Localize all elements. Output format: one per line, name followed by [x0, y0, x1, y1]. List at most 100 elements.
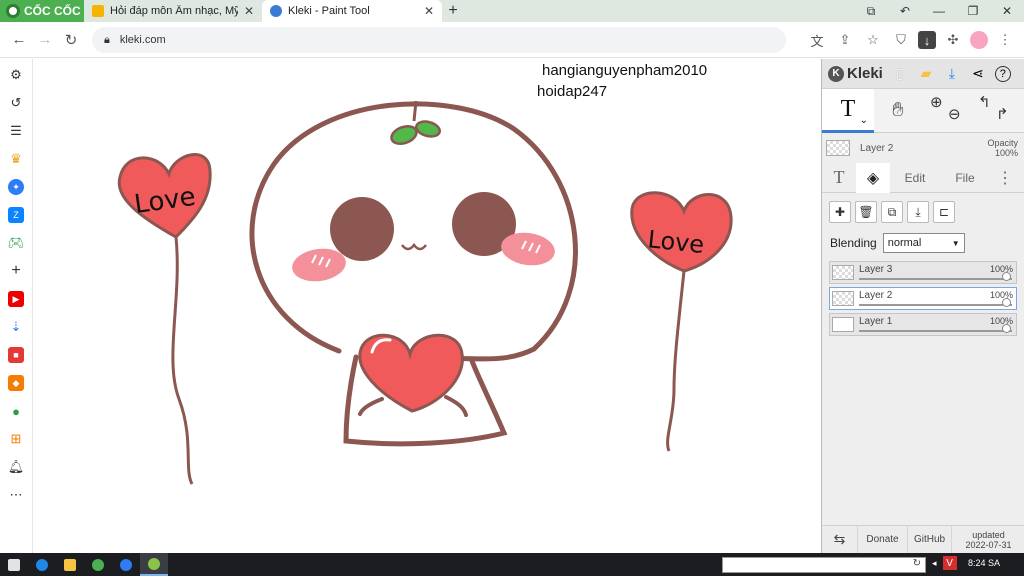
clock[interactable]: 8:24 SA — [968, 558, 1000, 568]
download-arrow-icon[interactable]: ⇣ — [8, 319, 24, 335]
shield-icon[interactable]: ⛉ — [890, 29, 912, 51]
file-explorer-icon[interactable] — [56, 553, 84, 576]
hand-tool-button[interactable]: ✋︎ — [874, 99, 922, 122]
more-icon[interactable]: ⋯ — [8, 487, 24, 503]
save-download-icon[interactable]: ⤓ — [943, 65, 961, 83]
redo-icon[interactable]: ↱ — [996, 105, 1009, 123]
minimize-button[interactable]: — — [922, 4, 956, 19]
layer-opacity-slider[interactable] — [859, 324, 1012, 333]
tab-edit[interactable]: Edit — [890, 163, 940, 193]
chevron-left-icon[interactable]: ◂ — [932, 558, 937, 569]
menu-icon[interactable]: ⋮ — [994, 29, 1016, 51]
tab-more[interactable]: ⋮ — [990, 163, 1020, 193]
help-icon[interactable]: ? — [994, 65, 1011, 82]
blending-select[interactable]: normal ▼ — [882, 233, 965, 253]
donate-link[interactable]: Donate — [858, 525, 908, 554]
text-tool-button[interactable]: T ⌄ — [822, 88, 874, 133]
coccoc-taskbar-icon[interactable] — [84, 553, 112, 576]
edge-icon[interactable] — [28, 553, 56, 576]
reload-icon[interactable]: ↻ — [58, 31, 84, 49]
open-folder-icon[interactable]: ▰ — [917, 65, 935, 83]
system-tray: ◂ V — [932, 556, 957, 570]
history-icon[interactable]: ↺ — [8, 95, 24, 111]
url-text: kleki.com — [119, 34, 166, 46]
cart-icon[interactable]: ⊞ — [8, 431, 24, 447]
tab-search-icon[interactable]: ⧉ — [854, 4, 888, 19]
kleki-logo[interactable]: K Kleki — [828, 65, 883, 82]
blending-label: Blending — [830, 236, 877, 250]
game-controller-icon[interactable]: 🎮︎ — [8, 235, 25, 251]
text-tool-label: T — [840, 95, 856, 122]
rename-layer-icon[interactable]: ⊏ — [933, 201, 955, 223]
taskbar-address-box[interactable]: ↻ — [722, 557, 926, 573]
tab-text-settings[interactable]: T — [822, 163, 856, 193]
github-link[interactable]: GitHub — [908, 525, 952, 554]
extensions-icon[interactable]: ✣ — [942, 29, 964, 51]
tab-kleki[interactable]: Kleki - Paint Tool ✕ — [262, 0, 442, 22]
history-back-icon[interactable]: ↶ — [888, 4, 922, 19]
tab-file[interactable]: File — [940, 163, 990, 193]
star-icon[interactable]: ☆ — [862, 29, 884, 51]
layer-name: Layer 2 — [859, 290, 893, 301]
start-menu-icon[interactable] — [0, 553, 28, 576]
slider-knob[interactable] — [1002, 272, 1011, 281]
slider-knob[interactable] — [1002, 324, 1011, 333]
share-icon[interactable]: ⇪ — [834, 29, 856, 51]
reading-list-icon[interactable]: ☰ — [8, 123, 24, 139]
close-window-button[interactable]: ✕ — [990, 4, 1024, 19]
tab-layers[interactable]: ◈ — [856, 162, 890, 193]
opacity-value: 100% — [994, 148, 1018, 158]
youtube-icon[interactable]: ▶ — [8, 291, 24, 307]
current-layer-name: Layer 2 — [860, 142, 894, 154]
messenger-icon[interactable]: ✦ — [8, 179, 24, 195]
layer-item-selected[interactable]: Layer 2 100% — [829, 287, 1017, 310]
settings-gear-icon[interactable]: ⚙ — [8, 67, 24, 83]
zalo-taskbar-icon[interactable] — [112, 553, 140, 576]
undo-icon[interactable]: ↰ — [978, 93, 991, 111]
tab-hoidap[interactable]: Hỏi đáp môn Âm nhạc, Mỹ th ✕ — [84, 0, 262, 22]
translate-icon[interactable]: 文 — [806, 29, 828, 51]
layer-opacity-slider[interactable] — [859, 298, 1012, 307]
tray-v-icon[interactable]: V — [942, 556, 957, 570]
layer-item[interactable]: Layer 1 100% — [829, 313, 1017, 336]
merge-down-icon[interactable]: ⤓ — [907, 201, 929, 223]
slider-knob[interactable] — [1002, 298, 1011, 307]
share-icon[interactable]: ⋖ — [969, 65, 987, 83]
add-shortcut-icon[interactable]: + — [8, 262, 24, 279]
close-tab-icon[interactable]: ✕ — [244, 4, 254, 18]
forward-arrow-icon[interactable]: → — [32, 31, 58, 48]
back-arrow-icon[interactable]: ← — [6, 31, 32, 48]
zalo-icon[interactable]: Z — [8, 207, 24, 223]
active-browser-taskbar-icon[interactable] — [140, 553, 168, 576]
new-tab-button[interactable]: + — [442, 2, 464, 20]
head-outline — [249, 101, 578, 362]
chat-icon[interactable]: ● — [8, 403, 24, 419]
window-controls: ⧉ ↶ — ❐ ✕ — [854, 4, 1024, 19]
zoom-out-icon[interactable]: ⊖ — [948, 105, 961, 123]
delete-layer-icon[interactable]: 🗑︎ — [855, 201, 877, 223]
chevron-down-icon[interactable]: ⌄ — [860, 115, 868, 126]
new-image-icon[interactable]: ▯ — [891, 65, 909, 83]
add-layer-icon[interactable]: ✚ — [829, 201, 851, 223]
left-arm — [358, 397, 384, 416]
layer-thumbnail — [832, 317, 854, 332]
drawing-canvas[interactable]: Love Love hangianguyenpham2010 hoidap247 — [34, 59, 820, 553]
download-icon[interactable]: ↓ — [918, 31, 936, 49]
coccoc-logo-icon — [6, 4, 20, 18]
restore-button[interactable]: ❐ — [956, 4, 990, 19]
savings-pig-icon[interactable] — [970, 31, 988, 49]
duplicate-layer-icon[interactable]: ⧉ — [881, 201, 903, 223]
address-input[interactable]: 🔒︎ kleki.com — [92, 27, 786, 53]
crown-icon[interactable]: ♛ — [8, 151, 24, 167]
ticket-icon[interactable]: ◆ — [8, 375, 24, 391]
close-tab-icon[interactable]: ✕ — [424, 4, 434, 18]
swap-side-icon[interactable]: ⇆ — [822, 525, 858, 554]
zoom-in-icon[interactable]: ⊕ — [930, 93, 943, 111]
layer-item[interactable]: Layer 3 100% — [829, 261, 1017, 284]
notification-bell-icon[interactable]: 🔔︎ — [8, 459, 25, 475]
shopping-icon[interactable]: ■ — [8, 347, 24, 363]
browser-logo[interactable]: CỐC CỐC — [0, 0, 84, 22]
refresh-icon[interactable]: ↻ — [913, 558, 921, 569]
layer-opacity-slider[interactable] — [859, 272, 1012, 281]
kleki-top-bar: K Kleki ▯ ▰ ⤓ ⋖ ? — [822, 59, 1024, 89]
